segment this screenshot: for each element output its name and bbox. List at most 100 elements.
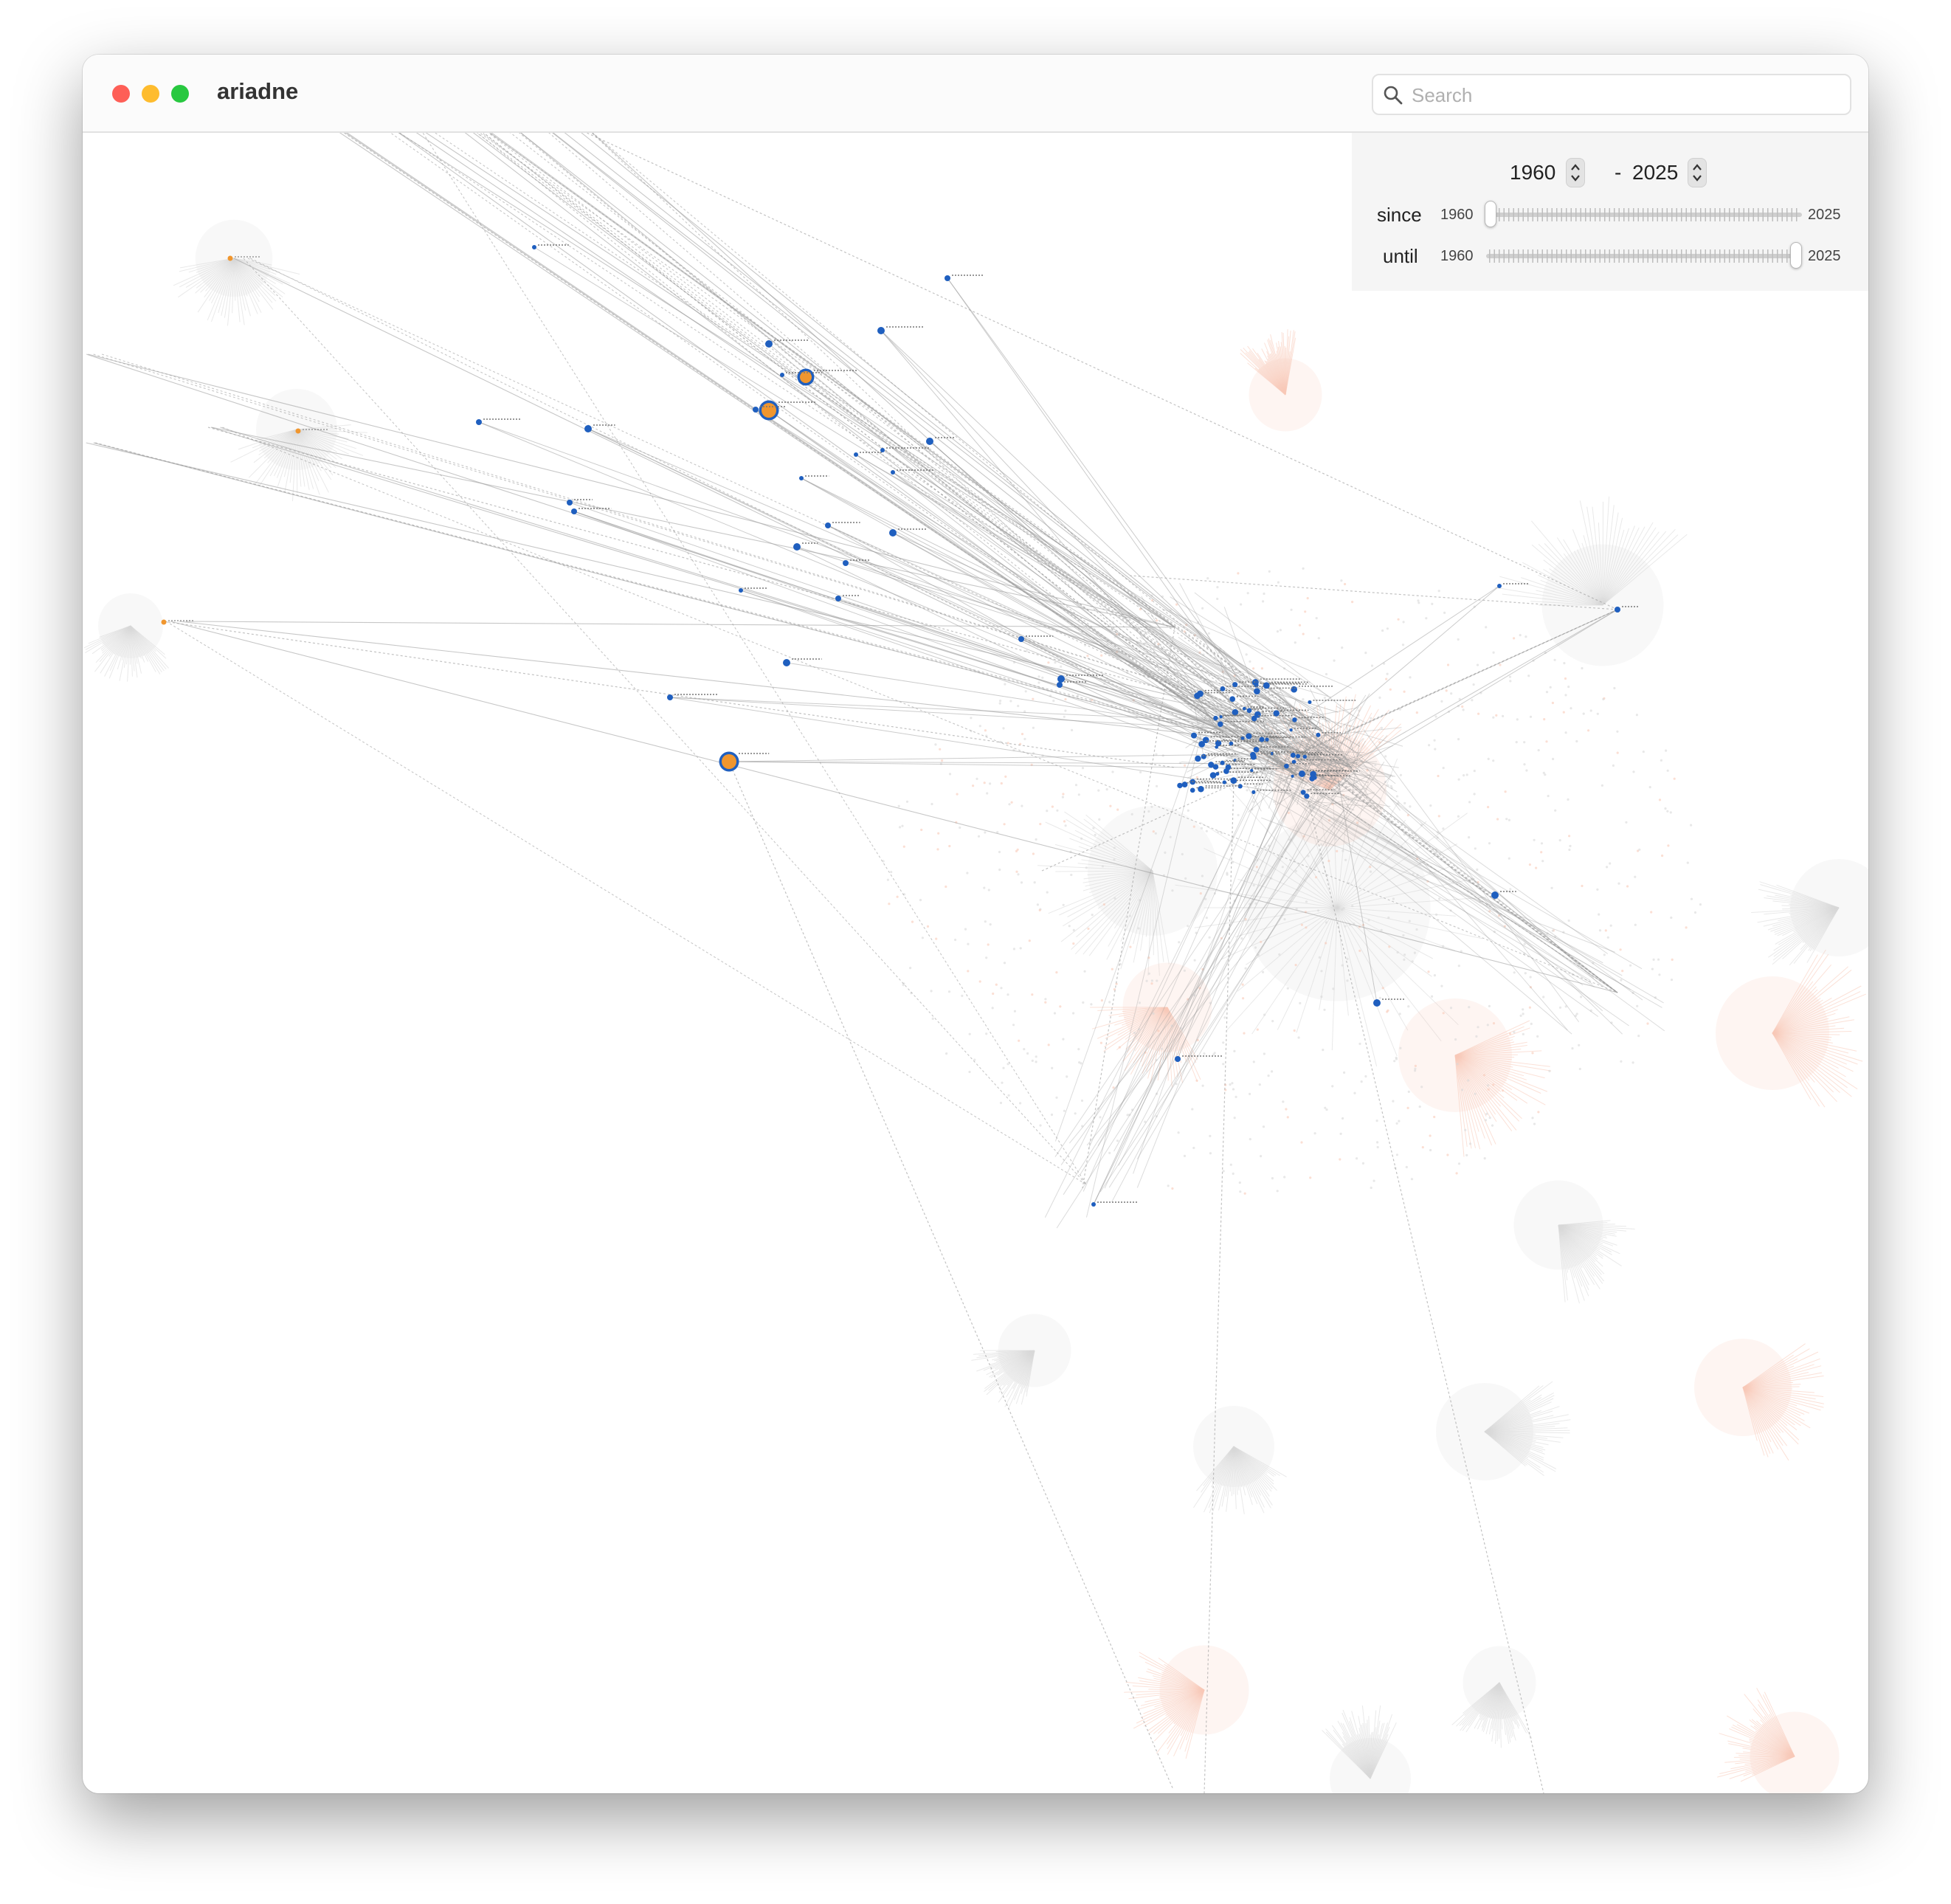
paper-node[interactable] [1291,774,1294,778]
to-year-stepper[interactable] [1688,158,1707,187]
citation-graph[interactable] [83,133,1868,1793]
paper-node[interactable] [1220,760,1225,765]
paper-node[interactable] [1300,790,1306,795]
paper-node[interactable] [1291,686,1297,693]
paper-node[interactable] [1251,715,1257,722]
background-paper-dot [1015,870,1018,873]
graph-canvas[interactable] [83,133,1868,1793]
paper-node[interactable] [1312,775,1317,780]
paper-node[interactable] [1190,732,1198,739]
paper-node[interactable] [567,500,573,506]
hub-node[interactable] [295,428,301,434]
hub-node[interactable] [227,255,233,261]
paper-node[interactable] [1615,607,1620,613]
paper-node[interactable] [476,419,482,425]
paper-node[interactable] [1253,747,1260,753]
paper-node[interactable] [1057,675,1065,683]
paper-node[interactable] [1213,715,1218,721]
paper-node[interactable] [1189,787,1195,793]
paper-node[interactable] [1284,763,1289,769]
paper-node[interactable] [1201,753,1206,759]
paper-node[interactable] [667,694,673,700]
until-slider-thumb[interactable] [1790,242,1802,269]
paper-node[interactable] [1254,688,1260,695]
paper-node[interactable] [843,560,849,566]
paper-node[interactable] [835,596,841,601]
paper-node[interactable] [1251,790,1256,794]
paper-node[interactable] [1290,752,1296,758]
paper-node[interactable] [1181,782,1188,788]
zoom-window-button[interactable] [171,85,189,103]
background-paper-dot [1589,709,1592,712]
paper-node[interactable] [1289,728,1293,732]
paper-node[interactable] [880,448,885,452]
paper-node[interactable] [584,425,592,432]
paper-node[interactable] [1491,891,1499,899]
paper-node[interactable] [1223,768,1229,774]
paper-node[interactable] [799,476,804,480]
paper-node[interactable] [753,407,759,413]
from-year-stepper[interactable] [1566,158,1585,187]
paper-node[interactable] [1218,721,1223,727]
paper-node[interactable] [1265,737,1269,742]
paper-node[interactable] [1308,700,1312,704]
close-window-button[interactable] [112,85,130,103]
paper-node[interactable] [793,543,801,551]
paper-node[interactable] [1229,696,1236,702]
minimize-window-button[interactable] [142,85,159,103]
paper-node[interactable] [1018,636,1024,642]
paper-node[interactable] [1298,770,1305,777]
paper-node[interactable] [1230,777,1237,784]
paper-node[interactable] [1250,753,1257,760]
paper-node[interactable] [1198,740,1206,748]
paper-node[interactable] [1215,745,1218,749]
paper-node[interactable] [825,522,831,528]
paper-node[interactable] [1208,762,1215,768]
paper-node[interactable] [1220,686,1226,691]
background-paper-dot [1078,1061,1081,1064]
paper-node[interactable] [1091,1202,1096,1207]
paper-node[interactable] [1304,793,1310,799]
hub-node[interactable] [161,619,167,625]
paper-node[interactable] [532,245,536,249]
paper-node[interactable] [1373,999,1381,1007]
paper-node[interactable] [1497,584,1502,588]
background-paper-dot [1438,897,1441,900]
paper-node[interactable] [926,438,933,445]
paper-node[interactable] [1197,690,1204,697]
paper-node[interactable] [945,275,950,281]
search-input[interactable] [1410,80,1841,111]
paper-node[interactable] [1316,732,1321,737]
paper-node[interactable] [1222,780,1226,784]
paper-node[interactable] [854,452,858,457]
paper-node[interactable] [1195,755,1201,762]
paper-node[interactable] [1175,1056,1181,1062]
paper-node[interactable] [571,508,577,514]
paper-node[interactable] [1263,682,1270,689]
paper-node[interactable] [1209,772,1217,779]
paper-node[interactable] [1198,786,1204,793]
paper-node[interactable] [1251,679,1259,686]
paper-node[interactable] [1177,782,1183,789]
since-slider-thumb[interactable] [1485,201,1496,227]
paper-node[interactable] [739,588,743,593]
paper-node[interactable] [765,340,773,348]
paper-node[interactable] [891,470,895,475]
paper-node[interactable] [877,327,885,334]
paper-node[interactable] [1296,753,1301,759]
search-field[interactable] [1372,74,1851,115]
paper-node[interactable] [1259,737,1265,742]
paper-node[interactable] [780,373,784,377]
paper-node[interactable] [1292,717,1297,722]
paper-node[interactable] [1219,715,1223,719]
paper-node[interactable] [783,659,790,666]
paper-node[interactable] [1057,682,1063,688]
paper-node[interactable] [1232,708,1239,716]
paper-node[interactable] [1246,708,1252,714]
paper-node[interactable] [889,529,897,537]
paper-node[interactable] [1232,682,1238,688]
paper-node[interactable] [1246,733,1252,739]
paper-node[interactable] [1302,754,1307,759]
paper-node[interactable] [1273,710,1280,717]
paper-node[interactable] [1243,706,1246,711]
